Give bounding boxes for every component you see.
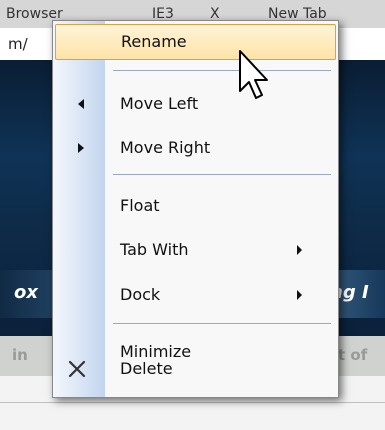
menu-item-label: Move Left (120, 94, 199, 113)
address-text: m/ (8, 35, 28, 53)
menu-separator (113, 174, 331, 175)
menu-item-label: Tab With (120, 240, 189, 259)
menu-item-label: Delete (120, 359, 173, 378)
menu-item-label: Move Right (120, 138, 211, 157)
menu-item-label: Rename (121, 32, 187, 51)
strip-text-left: in (12, 346, 28, 364)
arrow-left-icon (67, 86, 91, 122)
menu-item-tab-with[interactable]: Tab With (53, 232, 338, 268)
menu-item-move-right[interactable]: Move Right (53, 130, 338, 166)
menu-item-move-left[interactable]: Move Left (53, 86, 338, 122)
menu-item-dock[interactable]: Dock (53, 277, 338, 313)
menu-item-float[interactable]: Float (53, 188, 338, 224)
close-icon (67, 351, 91, 387)
menu-item-delete[interactable]: Delete (53, 351, 338, 387)
mouse-cursor-icon (239, 50, 268, 99)
menu-separator (113, 70, 331, 71)
strip-text-right: t of (338, 346, 368, 364)
banner-text-left: ox (14, 282, 38, 303)
submenu-arrow-icon (297, 290, 302, 300)
submenu-arrow-icon (297, 245, 302, 255)
menu-item-label: Dock (120, 285, 161, 304)
menu-item-rename[interactable]: Rename (55, 24, 336, 60)
menu-item-label: Float (120, 196, 160, 215)
tab-context-menu: Rename Move Left Move Right Float Tab Wi… (52, 20, 339, 398)
divider (0, 402, 385, 403)
arrow-right-icon (67, 130, 91, 166)
menu-separator (113, 323, 331, 324)
